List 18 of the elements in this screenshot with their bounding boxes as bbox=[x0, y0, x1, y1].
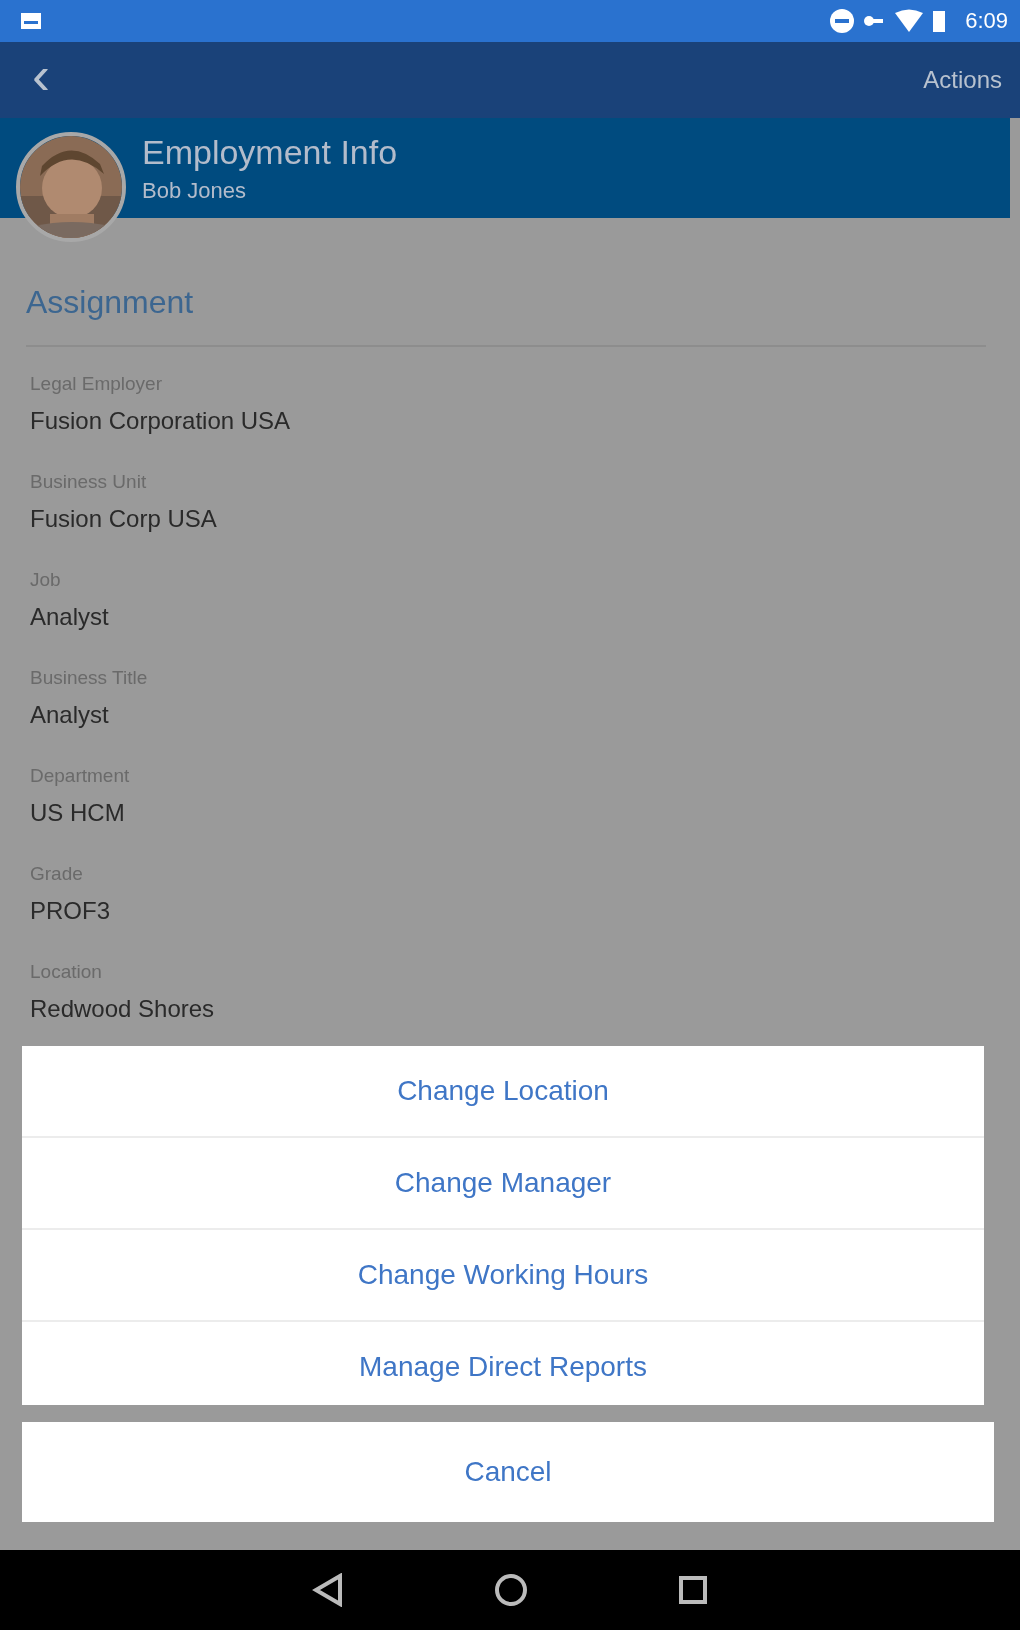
field-value: Fusion Corporation USA bbox=[30, 407, 292, 435]
home-icon[interactable] bbox=[494, 1573, 528, 1607]
field-value: Analyst bbox=[30, 603, 110, 631]
back-icon[interactable] bbox=[312, 1573, 344, 1607]
recents-icon[interactable] bbox=[678, 1575, 708, 1605]
field-value: US HCM bbox=[30, 799, 126, 827]
notification-icon bbox=[20, 11, 42, 31]
cancel-button[interactable]: Cancel bbox=[22, 1422, 994, 1522]
field-value: Redwood Shores bbox=[30, 995, 216, 1023]
actions-button[interactable]: Actions bbox=[917, 65, 1008, 95]
field-value: PROF3 bbox=[30, 897, 111, 925]
clock-time: 6:09 bbox=[965, 8, 1008, 34]
employee-name: Bob Jones bbox=[142, 177, 246, 204]
page-title: Employment Info bbox=[142, 132, 398, 172]
field-value: Fusion Corp USA bbox=[30, 505, 218, 533]
field-value: Analyst bbox=[30, 701, 110, 729]
back-button[interactable]: ‹ bbox=[28, 48, 58, 112]
section-title: Assignment bbox=[26, 284, 986, 347]
